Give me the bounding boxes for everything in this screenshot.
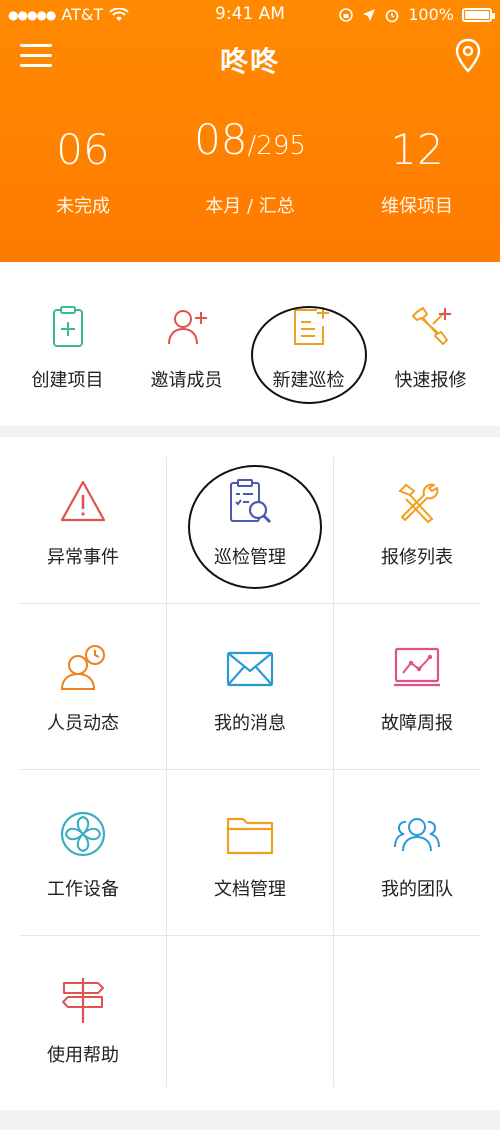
mail-icon [226,651,274,687]
user-clock-icon [60,645,105,690]
location-button[interactable] [454,38,482,74]
grid-item-label: 文档管理 [214,879,286,900]
document-management-button[interactable]: 文档管理 [167,769,333,935]
signpost-icon [62,978,104,1023]
clipboard-plus-icon [52,306,83,347]
feature-grid: 异常事件 巡检管理 报修列表 人员动态 我的消息 故障周报 工作设备 文档管理 … [0,437,500,1110]
help-button[interactable]: 使用帮助 [0,935,166,1101]
new-inspection-icon [293,307,329,345]
grid-item-label: 巡检管理 [214,547,286,568]
work-equipment-button[interactable]: 工作设备 [0,769,166,935]
chart-board-icon [394,647,440,687]
add-user-icon [167,310,207,345]
rotation-lock-icon [339,7,354,22]
repair-list-button[interactable]: 报修列表 [334,437,500,603]
repair-tools-icon [411,307,451,345]
location-pin-icon [455,38,481,73]
quick-action-label: 新建巡检 [272,370,345,391]
quick-repair-button[interactable]: 快速报修 [368,304,493,392]
header: ●●●●● AT&T 9:41 AM 100% 咚咚 06 未完成 08/295… [0,0,500,262]
stat-unfinished[interactable]: 06 未完成 [0,120,166,218]
stat-value: 06 [56,125,110,174]
grid-item-label: 报修列表 [381,547,453,568]
location-arrow-icon [363,8,376,21]
stat-label: 本月 / 汇总 [205,196,295,217]
inspection-search-icon [230,479,272,524]
stat-maintenance[interactable]: 12 维保项目 [334,120,500,218]
abnormal-events-button[interactable]: 异常事件 [0,437,166,603]
stat-month-total[interactable]: 08/295 本月 / 汇总 [167,115,333,218]
stat-value: 12 [390,125,444,174]
battery-percent: 100% [408,5,454,24]
invite-member-button[interactable]: 邀请成员 [124,304,249,392]
grid-item-label: 我的团队 [381,879,453,900]
stat-value: 08 [194,115,248,164]
fan-icon [60,811,106,857]
grid-item-label: 工作设备 [47,879,119,900]
stat-value-group: 08/295 [167,110,333,170]
quick-actions: 创建项目 邀请成员 新建巡检 快速报修 [0,262,500,426]
status-bar: ●●●●● AT&T 9:41 AM 100% [0,0,500,30]
new-inspection-button[interactable]: 新建巡检 [246,304,371,392]
fault-weekly-report-button[interactable]: 故障周报 [334,603,500,769]
grid-item-label: 异常事件 [47,547,119,568]
quick-action-label: 邀请成员 [150,370,223,391]
grid-item-label: 人员动态 [47,713,119,734]
stats-row: 06 未完成 08/295 本月 / 汇总 12 维保项目 [0,115,500,230]
quick-action-label: 快速报修 [394,370,467,391]
folder-icon [226,817,274,855]
stat-label: 未完成 [56,196,110,217]
stat-total: /295 [247,131,306,161]
battery-icon [462,7,495,22]
inspection-management-button[interactable]: 巡检管理 [167,437,333,603]
quick-action-label: 创建项目 [31,370,104,391]
grid-item-label: 故障周报 [381,713,453,734]
grid-item-label: 使用帮助 [47,1045,119,1066]
status-right: 100% [338,5,495,24]
stat-label: 维保项目 [381,196,453,217]
nav-bar: 咚咚 [0,30,500,86]
hammer-wrench-icon [398,483,439,524]
team-icon [394,818,440,852]
warning-icon [60,480,106,522]
create-project-button[interactable]: 创建项目 [5,304,130,392]
alarm-icon [385,9,399,22]
my-team-button[interactable]: 我的团队 [334,769,500,935]
staff-activity-button[interactable]: 人员动态 [0,603,166,769]
my-messages-button[interactable]: 我的消息 [167,603,333,769]
grid-item-label: 我的消息 [214,713,286,734]
page-title: 咚咚 [219,45,280,78]
